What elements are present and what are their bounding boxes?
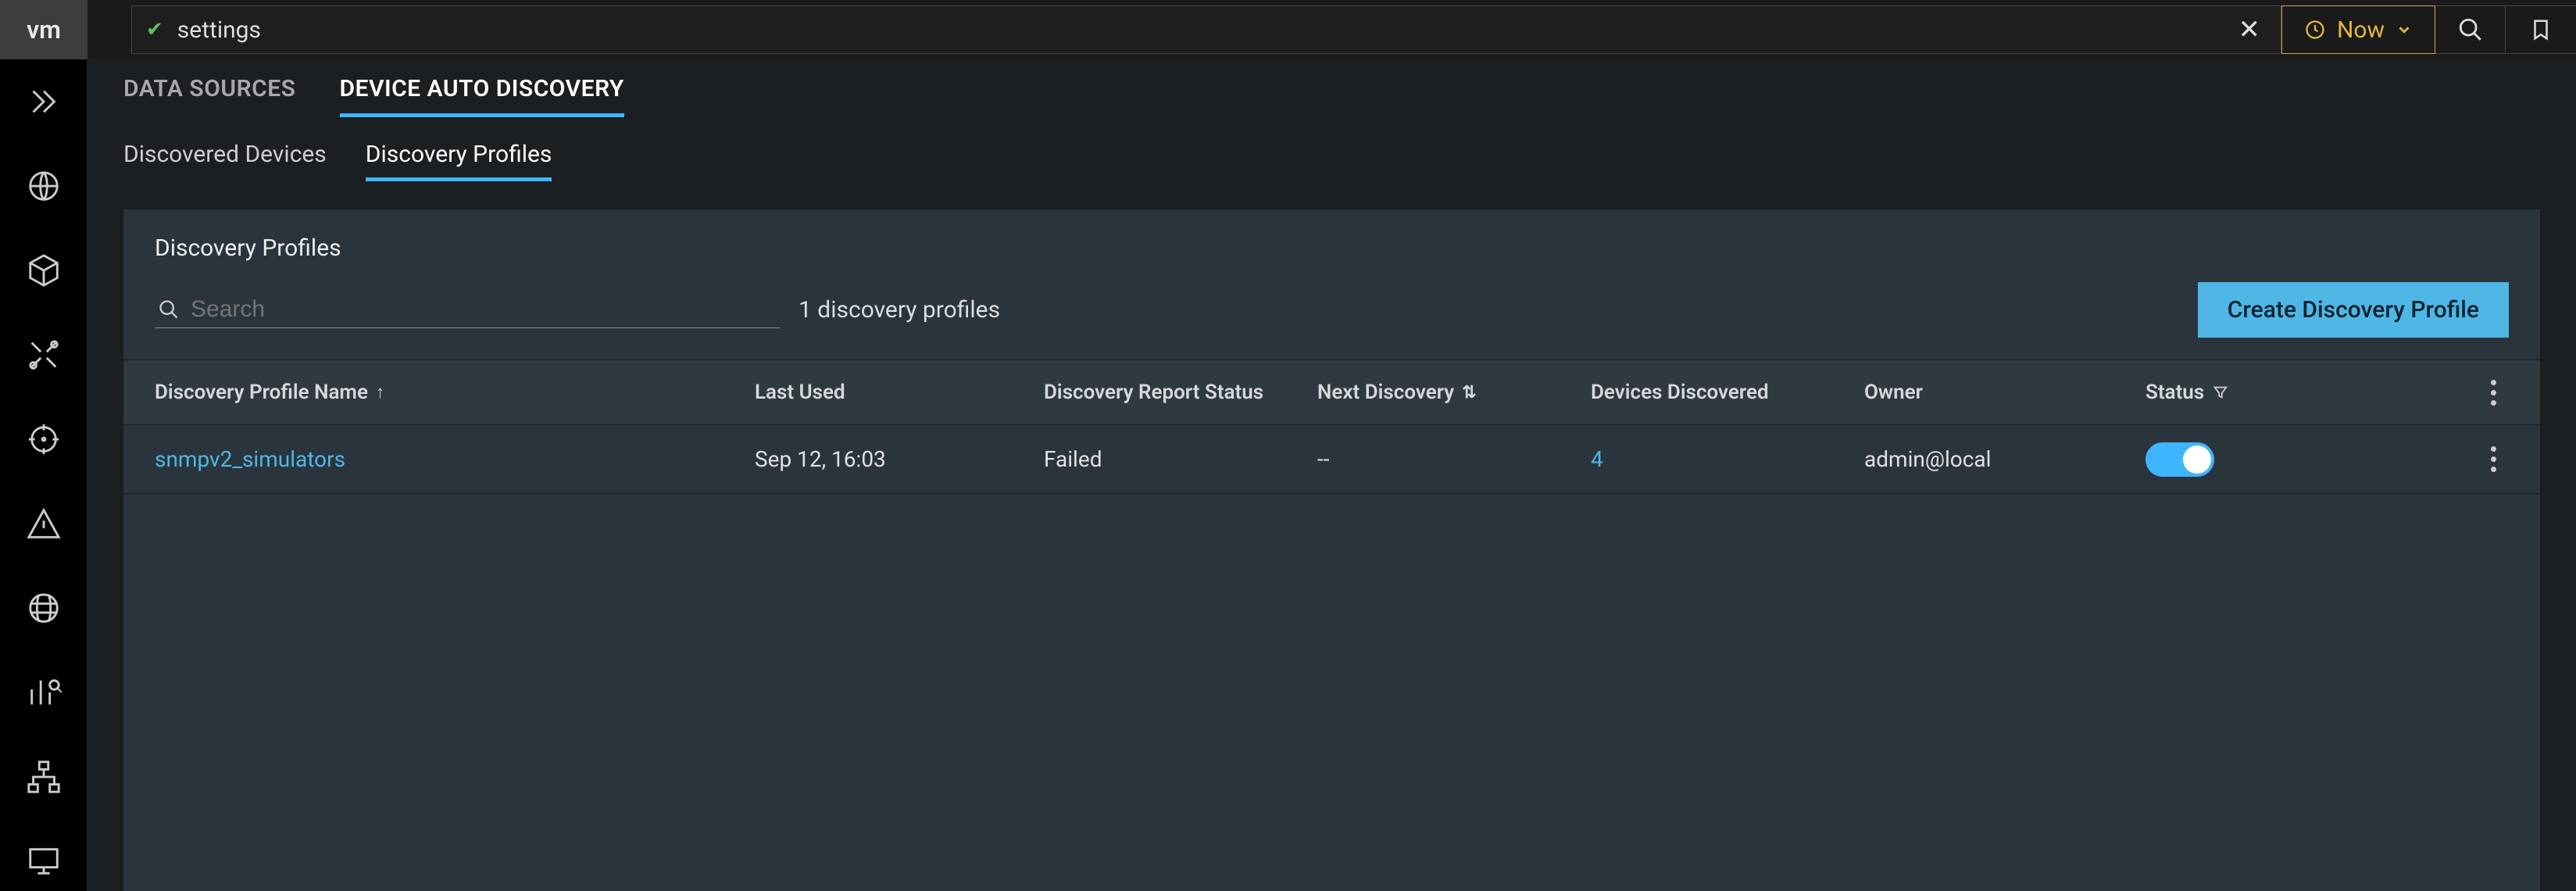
vmware-logo[interactable]: vm	[0, 0, 88, 59]
cell-report-status: Failed	[1030, 446, 1303, 472]
sidenav-internet-icon[interactable]	[20, 585, 67, 632]
discovery-profiles-panel: Discovery Profiles 1 discovery profiles …	[123, 209, 2540, 891]
tab-data-sources[interactable]: DATA SOURCES	[123, 75, 296, 117]
main-content: DATA SOURCES DEVICE AUTO DISCOVERY Disco…	[88, 59, 2576, 891]
time-range-label: Now	[2337, 16, 2385, 44]
side-navigation	[0, 59, 88, 891]
sidenav-globe-icon[interactable]	[20, 163, 67, 209]
search-icon	[158, 299, 180, 320]
col-header-owner[interactable]: Owner	[1850, 381, 2131, 404]
table-row: snmpv2_simulators Sep 12, 16:03 Failed -…	[123, 425, 2540, 494]
cell-actions	[2405, 444, 2540, 475]
cell-owner: admin@local	[1850, 446, 2131, 472]
sidenav-target-icon[interactable]	[20, 416, 67, 463]
search-button[interactable]	[2435, 5, 2506, 54]
bookmark-button[interactable]	[2506, 5, 2576, 54]
tab-discovered-devices[interactable]: Discovered Devices	[123, 141, 327, 181]
clock-icon	[2304, 19, 2326, 41]
sort-both-icon: ⇅	[1462, 383, 1476, 403]
sidenav-desktop-icon[interactable]	[20, 838, 67, 885]
tab-device-auto-discovery[interactable]: DEVICE AUTO DISCOVERY	[340, 75, 624, 117]
sort-asc-icon: ↑	[376, 382, 384, 403]
check-icon: ✔	[146, 18, 163, 41]
search-query-text[interactable]: settings	[177, 16, 2232, 44]
filter-icon	[2212, 384, 2229, 401]
col-header-profile-name[interactable]: Discovery Profile Name ↑	[123, 381, 741, 404]
tab-discovery-profiles[interactable]: Discovery Profiles	[366, 141, 552, 181]
sidenav-tools-icon[interactable]	[20, 331, 67, 378]
create-discovery-profile-button[interactable]: Create Discovery Profile	[2198, 282, 2509, 338]
sidenav-expand-icon[interactable]	[20, 78, 67, 125]
col-header-label: Status	[2145, 381, 2204, 404]
secondary-tabs: Discovered Devices Discovery Profiles	[123, 141, 2540, 181]
table-header: Discovery Profile Name ↑ Last Used Disco…	[123, 360, 2540, 425]
primary-tabs: DATA SOURCES DEVICE AUTO DISCOVERY	[123, 75, 2540, 117]
bookmark-icon	[2529, 16, 2553, 43]
profile-search-input[interactable]	[191, 296, 777, 323]
panel-toolbar: 1 discovery profiles Create Discovery Pr…	[123, 282, 2540, 360]
col-header-label: Next Discovery	[1317, 381, 1454, 404]
chevron-down-icon	[2396, 21, 2413, 38]
col-header-last-used[interactable]: Last Used	[741, 381, 1030, 404]
sidenav-analytics-icon[interactable]	[20, 669, 67, 716]
col-header-next-discovery[interactable]: Next Discovery ⇅	[1303, 381, 1577, 404]
col-header-report-status[interactable]: Discovery Report Status	[1030, 381, 1303, 404]
profile-search-box[interactable]	[155, 292, 780, 328]
cell-status	[2131, 442, 2405, 477]
panel-title: Discovery Profiles	[123, 234, 2540, 282]
col-header-label: Discovery Profile Name	[155, 381, 368, 404]
clear-search-icon[interactable]: ✕	[2231, 14, 2267, 45]
col-header-devices-discovered[interactable]: Devices Discovered	[1577, 381, 1850, 404]
sidenav-topology-icon[interactable]	[20, 753, 67, 800]
cell-last-used: Sep 12, 16:03	[741, 446, 1030, 472]
sidenav-warning-icon[interactable]	[20, 500, 67, 547]
profile-count-text: 1 discovery profiles	[799, 296, 1000, 324]
global-search-bar[interactable]: ✔ settings ✕	[131, 5, 2281, 54]
search-icon	[2457, 16, 2484, 43]
cell-next-discovery: --	[1303, 446, 1577, 472]
col-header-status[interactable]: Status	[2131, 381, 2405, 404]
time-range-selector[interactable]: Now	[2281, 5, 2435, 54]
row-kebab-icon[interactable]	[2478, 444, 2509, 475]
status-toggle[interactable]	[2145, 442, 2214, 477]
devices-discovered-link[interactable]: 4	[1577, 446, 1850, 472]
sidenav-cube-icon[interactable]	[20, 247, 67, 294]
header-kebab-icon[interactable]	[2478, 377, 2509, 408]
profile-name-link[interactable]: snmpv2_simulators	[123, 446, 741, 472]
col-header-actions[interactable]	[2405, 377, 2540, 408]
